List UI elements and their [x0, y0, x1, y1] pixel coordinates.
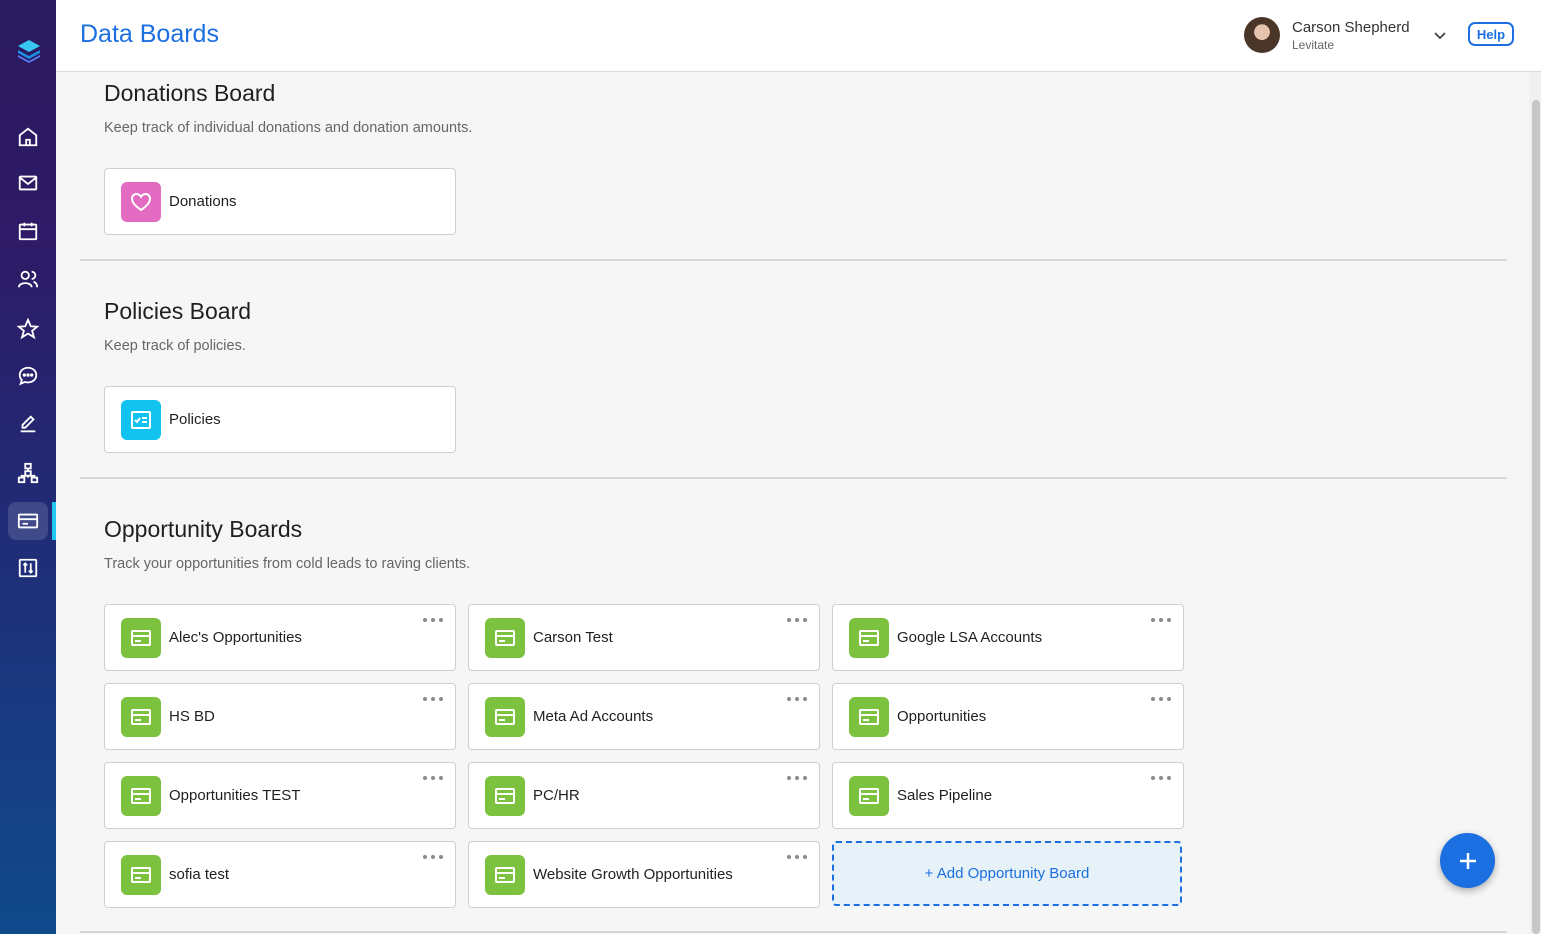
- sidebar-item-home[interactable]: [8, 118, 48, 156]
- more-options-icon[interactable]: [423, 615, 443, 625]
- heart-icon: [121, 182, 161, 222]
- policies-section-description: Keep track of policies.: [104, 338, 246, 354]
- board-card-label: Policies: [169, 411, 221, 428]
- sidebar-item-calendar[interactable]: [8, 212, 48, 250]
- more-options-icon[interactable]: [423, 694, 443, 704]
- sidebar-item-mail[interactable]: [8, 164, 48, 202]
- board-card-opportunities-test[interactable]: Opportunities TEST: [104, 762, 456, 829]
- card-icon: [849, 776, 889, 816]
- transfer-icon: [18, 558, 38, 578]
- board-card-label: Carson Test: [533, 629, 613, 646]
- board-card-alecs-opportunities[interactable]: Alec's Opportunities: [104, 604, 456, 671]
- star-icon: [17, 318, 39, 340]
- more-options-icon[interactable]: [787, 615, 807, 625]
- opportunity-section-title: Opportunity Boards: [104, 516, 303, 542]
- more-options-icon[interactable]: [1151, 694, 1171, 704]
- levitate-logo[interactable]: [16, 38, 42, 64]
- sidebar-active-indicator: [52, 502, 56, 540]
- board-card-website-growth-opportunities[interactable]: Website Growth Opportunities: [468, 841, 820, 908]
- add-fab-button[interactable]: [1440, 833, 1495, 888]
- more-options-icon[interactable]: [787, 852, 807, 862]
- sidebar-item-contacts[interactable]: [8, 260, 48, 298]
- board-card-label: Donations: [169, 193, 237, 210]
- sidebar-item-messages[interactable]: [8, 357, 48, 395]
- card-icon: [485, 855, 525, 895]
- add-opportunity-board-button[interactable]: + Add Opportunity Board: [832, 841, 1182, 906]
- home-icon: [18, 127, 38, 147]
- board-card-label: PC/HR: [533, 787, 580, 804]
- more-options-icon[interactable]: [423, 773, 443, 783]
- top-header: Data Boards Carson Shepherd Levitate Hel…: [56, 0, 1541, 72]
- user-avatar[interactable]: [1244, 17, 1280, 53]
- card-icon: [485, 697, 525, 737]
- card-icon: [485, 618, 525, 658]
- board-card-label: Alec's Opportunities: [169, 629, 302, 646]
- sidebar-item-data-boards[interactable]: [8, 502, 48, 540]
- org-chart-icon: [17, 462, 39, 484]
- board-card-label: Opportunities: [897, 708, 987, 725]
- board-card-sales-pipeline[interactable]: Sales Pipeline: [832, 762, 1184, 829]
- more-options-icon[interactable]: [787, 773, 807, 783]
- board-card-label: Website Growth Opportunities: [533, 866, 733, 883]
- card-icon: [849, 697, 889, 737]
- board-card-meta-ad-accounts[interactable]: Meta Ad Accounts: [468, 683, 820, 750]
- checklist-icon: [121, 400, 161, 440]
- boards-icon: [17, 513, 39, 529]
- mail-icon: [18, 175, 38, 191]
- sidebar: [0, 0, 56, 934]
- more-options-icon[interactable]: [1151, 773, 1171, 783]
- plus-icon: [1459, 852, 1476, 869]
- policies-section-title: Policies Board: [104, 298, 252, 324]
- sidebar-item-compose[interactable]: [8, 405, 48, 443]
- more-options-icon[interactable]: [1151, 615, 1171, 625]
- board-card-label: Sales Pipeline: [897, 787, 993, 804]
- board-card-label: Meta Ad Accounts: [533, 708, 654, 725]
- board-card-label: HS BD: [169, 708, 215, 725]
- help-button[interactable]: Help: [1468, 22, 1514, 46]
- board-card-sofia-test[interactable]: sofia test: [104, 841, 456, 908]
- card-icon: [121, 855, 161, 895]
- board-card-label: sofia test: [169, 866, 230, 883]
- board-card-opportunities[interactable]: Opportunities: [832, 683, 1184, 750]
- section-divider: [80, 259, 1507, 261]
- sidebar-item-hierarchy[interactable]: [8, 454, 48, 492]
- opportunity-section-description: Track your opportunities from cold leads…: [104, 556, 471, 572]
- board-card-label: Google LSA Accounts: [897, 629, 1043, 646]
- card-icon: [121, 618, 161, 658]
- board-card-google-lsa-accounts[interactable]: Google LSA Accounts: [832, 604, 1184, 671]
- card-icon: [849, 618, 889, 658]
- scrollbar-thumb[interactable]: [1532, 100, 1540, 934]
- sidebar-item-favorites[interactable]: [8, 310, 48, 348]
- board-card-policies[interactable]: Policies: [104, 386, 456, 453]
- user-org: Levitate: [1292, 38, 1335, 52]
- board-card-pc-hr[interactable]: PC/HR: [468, 762, 820, 829]
- board-card-hs-bd[interactable]: HS BD: [104, 683, 456, 750]
- chevron-down-icon[interactable]: [1432, 27, 1448, 43]
- card-icon: [485, 776, 525, 816]
- edit-icon: [20, 415, 36, 433]
- board-card-donations[interactable]: Donations: [104, 168, 456, 235]
- card-icon: [121, 776, 161, 816]
- board-card-carson-test[interactable]: Carson Test: [468, 604, 820, 671]
- chat-icon: [18, 366, 38, 386]
- more-options-icon[interactable]: [423, 852, 443, 862]
- user-name[interactable]: Carson Shepherd: [1292, 19, 1410, 36]
- section-divider: [80, 477, 1507, 479]
- donations-section-description: Keep track of individual donations and d…: [104, 120, 473, 136]
- sidebar-item-transfer[interactable]: [8, 549, 48, 587]
- board-card-label: Opportunities TEST: [169, 787, 301, 804]
- card-icon: [121, 697, 161, 737]
- calendar-icon: [18, 222, 38, 241]
- people-icon: [17, 270, 39, 288]
- donations-section-title: Donations Board: [104, 80, 276, 106]
- section-divider: [80, 931, 1507, 933]
- page-title: Data Boards: [80, 20, 219, 48]
- more-options-icon[interactable]: [787, 694, 807, 704]
